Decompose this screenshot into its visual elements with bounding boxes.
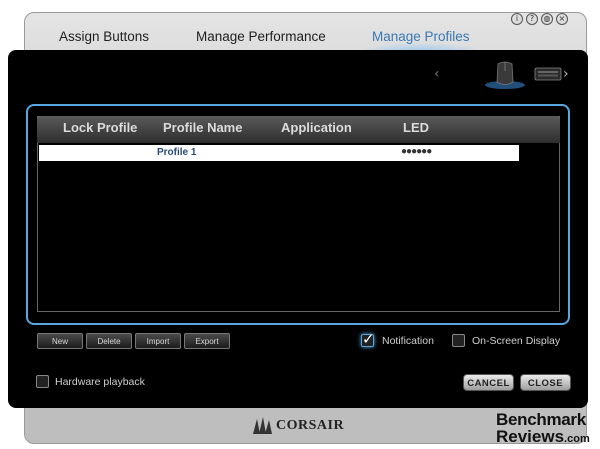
info-icon[interactable]: i — [511, 13, 523, 25]
watermark: Benchmark Reviews.com — [496, 411, 600, 448]
tab-assign-buttons[interactable]: Assign Buttons — [59, 29, 149, 44]
corsair-logo: CORSAIR — [251, 416, 344, 436]
on-screen-display-checkbox[interactable] — [452, 334, 465, 347]
tab-bar: Assign Buttons Manage Performance Manage… — [24, 26, 524, 54]
globe-icon[interactable]: ◍ — [541, 13, 553, 25]
watermark-domain: .com — [564, 433, 590, 445]
checkmark-icon: ✓ — [362, 330, 375, 348]
export-button[interactable]: Export — [184, 333, 230, 349]
delete-button[interactable]: Delete — [86, 333, 132, 349]
close-icon[interactable]: × — [556, 13, 568, 25]
window-controls: i ? ◍ × — [511, 13, 568, 25]
cancel-button[interactable]: CANCEL — [463, 374, 514, 391]
brand-name: CORSAIR — [276, 418, 345, 433]
hardware-playback-label: Hardware playback — [55, 376, 145, 388]
on-screen-display-label: On-Screen Display — [472, 335, 561, 347]
import-button[interactable]: Import — [135, 333, 181, 349]
column-lock-profile[interactable]: Lock Profile — [63, 120, 137, 135]
tab-manage-performance[interactable]: Manage Performance — [196, 29, 326, 44]
notification-checkbox[interactable]: ✓ — [361, 330, 375, 348]
close-button[interactable]: CLOSE — [520, 374, 571, 391]
column-led[interactable]: LED — [403, 120, 429, 135]
watermark-line1: Benchmark — [496, 410, 586, 429]
previous-device-icon[interactable]: ‹ — [434, 66, 440, 82]
keyboard-device-icon[interactable] — [534, 66, 562, 87]
hardware-playback-checkbox[interactable] — [36, 375, 49, 388]
column-application[interactable]: Application — [281, 120, 352, 135]
column-profile-name[interactable]: Profile Name — [163, 120, 242, 135]
corsair-sails-icon — [253, 417, 272, 434]
tab-manage-profiles[interactable]: Manage Profiles — [354, 29, 488, 54]
notification-label: Notification — [382, 335, 434, 347]
profile-list-header: Lock Profile Profile Name Application LE… — [37, 116, 560, 143]
new-button[interactable]: New — [37, 333, 83, 349]
mouse-device-icon[interactable] — [484, 60, 526, 95]
help-icon[interactable]: ? — [526, 13, 538, 25]
watermark-line2: Reviews — [496, 427, 565, 446]
profile-name-cell: Profile 1 — [157, 147, 197, 158]
table-row[interactable]: Profile 1 ●●●●●● — [39, 145, 519, 161]
led-cell: ●●●●●● — [401, 146, 432, 157]
next-device-icon[interactable]: › — [563, 66, 569, 82]
